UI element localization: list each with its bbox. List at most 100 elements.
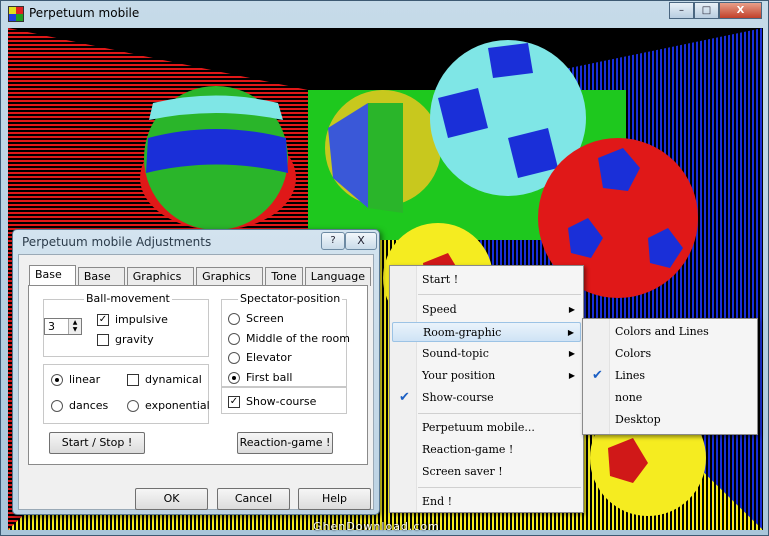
ball-movement-label: Ball-movement [84, 292, 172, 305]
tab-panel-base-1: Ball-movement 3 ▲ ▼ ✓ impulsive gravity l… [28, 285, 368, 465]
elevator-radio-dot[interactable] [228, 351, 240, 364]
title-bar[interactable]: Perpetuum mobile – □ X [1, 1, 768, 27]
menu-item-label: Perpetuum mobile... [422, 421, 535, 434]
linear-radio-dot[interactable] [51, 373, 63, 386]
reaction-game-button[interactable]: Reaction-game ! [237, 432, 333, 454]
dances-label: dances [69, 399, 109, 412]
menu-item-label: Show-course [422, 391, 494, 404]
gravity-label: gravity [115, 333, 154, 346]
screen-radio-dot[interactable] [228, 312, 240, 325]
screen-label: Screen [246, 312, 284, 325]
ok-button[interactable]: OK [135, 488, 208, 510]
dances-radio-dot[interactable] [51, 399, 63, 412]
dances-radio[interactable]: dances [51, 399, 108, 412]
caption-buttons: – □ X [669, 2, 762, 19]
impulsive-checkbox[interactable]: ✓ impulsive [97, 313, 168, 326]
menu-separator [418, 294, 581, 295]
first-ball-radio-dot[interactable] [228, 371, 240, 384]
submenu-arrow-icon: ▶ [568, 371, 575, 380]
menu-separator [418, 413, 581, 414]
dialog-help-button[interactable]: ? [321, 232, 345, 250]
submenu-item-desktop[interactable]: Desktop [585, 410, 755, 430]
window-title: Perpetuum mobile [29, 6, 140, 20]
submenu-item-none[interactable]: none [585, 388, 755, 408]
show-course-checkbox[interactable]: ✓ Show-course [228, 395, 316, 408]
tab-graphics-1[interactable]: Graphics 1 [126, 267, 195, 301]
tab-base-1[interactable]: Base 1 [29, 265, 76, 299]
menu-item-screen-saver[interactable]: Screen saver ! [392, 462, 581, 482]
linear-radio[interactable]: linear [51, 373, 100, 386]
menu-item-room-graphic[interactable]: Room-graphic ▶ [392, 322, 581, 342]
menu-item-label: End ! [422, 495, 453, 508]
app-icon[interactable] [8, 6, 24, 22]
submenu-arrow-icon: ▶ [568, 349, 575, 358]
spectator-position-label: Spectator-position [238, 292, 343, 305]
tab-language[interactable]: Language [304, 267, 371, 286]
menu-item-label: Speed [422, 303, 457, 316]
elevator-label: Elevator [246, 351, 292, 364]
exponential-radio[interactable]: exponential [127, 399, 210, 412]
menu-item-label: Sound-topic [422, 347, 489, 360]
show-course-check-box[interactable]: ✓ [228, 395, 240, 408]
gravity-checkbox[interactable]: gravity [97, 333, 154, 346]
tab-graphics-2[interactable]: Graphics 2 [196, 267, 264, 301]
minimize-button[interactable]: – [669, 2, 694, 19]
menu-item-label: Your position [422, 369, 496, 382]
submenu-item-label: Lines [615, 369, 646, 382]
linear-label: linear [69, 373, 101, 386]
dynamical-label: dynamical [145, 373, 202, 386]
help-button[interactable]: Help [298, 488, 371, 510]
show-course-label: Show-course [246, 395, 317, 408]
menu-item-sound-topic[interactable]: Sound-topic ▶ [392, 344, 581, 364]
submenu-item-colors-and-lines[interactable]: Colors and Lines [585, 322, 755, 342]
menu-item-label: Reaction-game ! [422, 443, 514, 456]
watermark-text: GhenDownload.com [313, 520, 440, 533]
dynamical-check-box[interactable] [127, 373, 139, 386]
tab-tone[interactable]: Tone [265, 267, 303, 286]
close-button[interactable]: X [719, 2, 762, 19]
dialog-title: Perpetuum mobile Adjustments [22, 235, 212, 249]
middle-radio-dot[interactable] [228, 332, 240, 345]
menu-item-label: Screen saver ! [422, 465, 503, 478]
context-menu: Start ! Speed ▶ Room-graphic ▶ Sound-topic… [389, 265, 584, 513]
menu-item-perpetuum-mobile[interactable]: Perpetuum mobile... [392, 418, 581, 438]
gravity-check-box[interactable] [97, 333, 109, 346]
submenu-item-label: Desktop [615, 413, 661, 426]
check-icon: ✔ [399, 390, 410, 405]
first-ball-label: First ball [246, 371, 293, 384]
menu-item-your-position[interactable]: Your position ▶ [392, 366, 581, 386]
cancel-button[interactable]: Cancel [217, 488, 290, 510]
menu-item-reaction-game[interactable]: Reaction-game ! [392, 440, 581, 460]
menu-item-label: Start ! [422, 273, 459, 286]
adjustments-dialog: Perpetuum mobile Adjustments ? X Base 1 … [12, 229, 380, 515]
menu-item-label: Room-graphic [423, 326, 502, 339]
impulsive-check-box[interactable]: ✓ [97, 313, 109, 326]
room-graphic-submenu: Colors and Lines Colors ✔ Lines none Desk… [582, 318, 758, 435]
dialog-close-button[interactable]: X [345, 232, 377, 250]
menu-item-speed[interactable]: Speed ▶ [392, 300, 581, 320]
tab-strip: Base 1 Base 2 Graphics 1 Graphics 2 Tone… [29, 265, 373, 301]
menu-item-show-course[interactable]: ✔ Show-course [392, 388, 581, 408]
start-stop-button[interactable]: Start / Stop ! [49, 432, 145, 454]
dialog-body: Base 1 Base 2 Graphics 1 Graphics 2 Tone… [18, 254, 374, 510]
menu-separator [418, 487, 581, 488]
submenu-item-label: Colors and Lines [615, 325, 709, 338]
submenu-item-lines[interactable]: ✔ Lines [585, 366, 755, 386]
spectator-screen-radio[interactable]: Screen [228, 312, 284, 325]
maximize-button[interactable]: □ [694, 2, 719, 19]
spinner-arrows-icon[interactable]: ▲ ▼ [68, 319, 81, 334]
submenu-arrow-icon: ▶ [568, 305, 575, 314]
ball-count-value: 3 [48, 320, 55, 333]
submenu-item-colors[interactable]: Colors [585, 344, 755, 364]
middle-label: Middle of the room [246, 332, 350, 345]
spectator-middle-radio[interactable]: Middle of the room [228, 332, 350, 345]
spectator-first-ball-radio[interactable]: First ball [228, 371, 292, 384]
tab-base-2[interactable]: Base 2 [77, 267, 125, 301]
exponential-radio-dot[interactable] [127, 399, 139, 412]
menu-item-start[interactable]: Start ! [392, 270, 581, 290]
ball-count-spinner[interactable]: 3 ▲ ▼ [44, 318, 82, 335]
menu-item-end[interactable]: End ! [392, 492, 581, 512]
impulsive-label: impulsive [115, 313, 168, 326]
spectator-elevator-radio[interactable]: Elevator [228, 351, 292, 364]
dynamical-checkbox[interactable]: dynamical [127, 373, 202, 386]
